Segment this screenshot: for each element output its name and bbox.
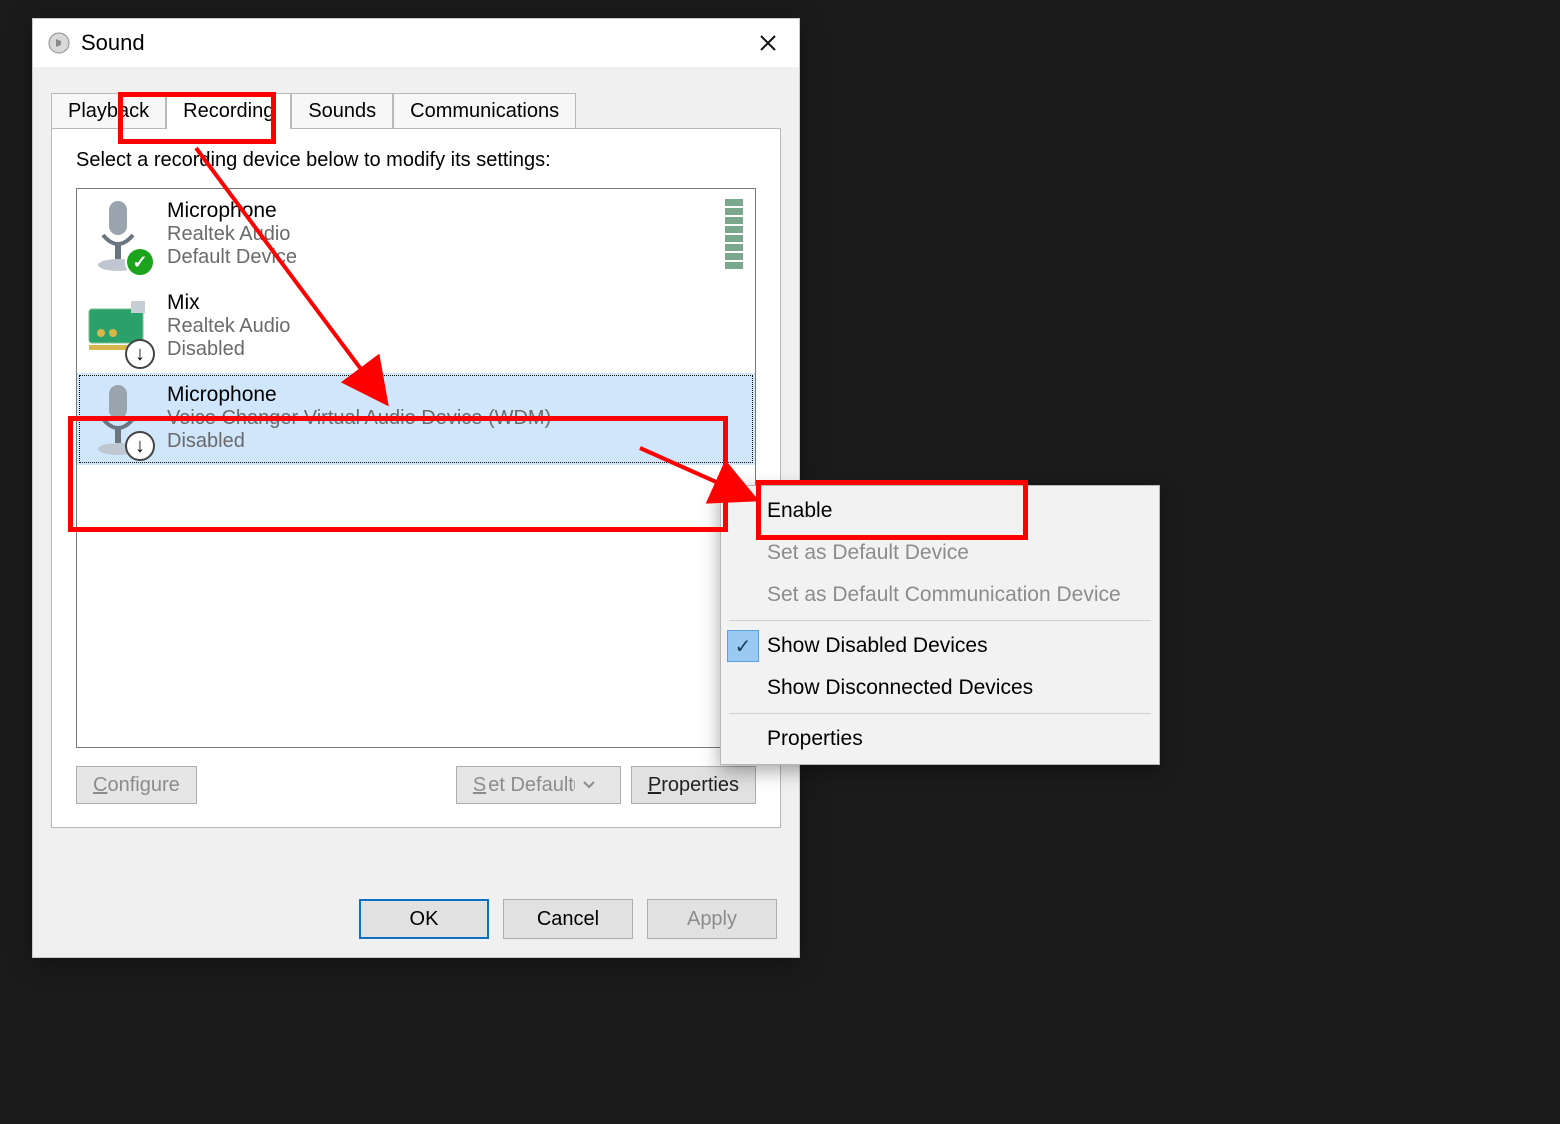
microphone-icon: ✓ [83, 195, 153, 275]
menu-separator [729, 713, 1151, 714]
panel-prompt: Select a recording device below to modif… [76, 149, 756, 172]
menu-set-default-comm[interactable]: Set as Default Communication Device [723, 574, 1157, 616]
context-menu: Enable Set as Default Device Set as Defa… [720, 485, 1160, 765]
dialog-buttons: OK Cancel Apply [33, 899, 799, 939]
device-status: Disabled [167, 430, 551, 453]
device-item[interactable]: ↓ Microphone Voice Changer Virtual Audio… [77, 373, 755, 465]
device-item[interactable]: ✓ Microphone Realtek Audio Default Devic… [77, 189, 755, 281]
menu-show-disabled[interactable]: ✓ Show Disabled Devices [723, 625, 1157, 667]
level-meter [725, 199, 743, 269]
menu-properties[interactable]: Properties [723, 718, 1157, 760]
set-default-button[interactable]: Set Default [456, 766, 621, 804]
checkmark-icon: ✓ [727, 630, 759, 662]
close-button[interactable] [743, 23, 793, 63]
device-driver: Voice Changer Virtual Audio Device (WDM) [167, 407, 551, 430]
device-texts: Microphone Voice Changer Virtual Audio D… [167, 379, 551, 453]
ok-button[interactable]: OK [359, 899, 489, 939]
menu-set-default[interactable]: Set as Default Device [723, 532, 1157, 574]
menu-separator [729, 620, 1151, 621]
device-name: Microphone [167, 199, 297, 223]
menu-enable[interactable]: Enable [723, 490, 1157, 532]
device-driver: Realtek Audio [167, 315, 290, 338]
dialog-body: Playback Recording Sounds Communications… [33, 67, 799, 957]
device-status: Default Device [167, 246, 297, 269]
tabs: Playback Recording Sounds Communications [51, 93, 781, 129]
sound-dialog: Sound Playback Recording Sounds Communic… [32, 18, 800, 958]
tab-communications[interactable]: Communications [393, 93, 576, 129]
device-list: ✓ Microphone Realtek Audio Default Devic… [76, 188, 756, 748]
microphone-icon: ↓ [83, 379, 153, 459]
default-badge-icon: ✓ [125, 247, 155, 277]
apply-button[interactable]: Apply [647, 899, 777, 939]
sound-icon [47, 31, 71, 55]
window-title: Sound [81, 30, 743, 56]
configure-button[interactable]: Configure [76, 766, 197, 804]
tab-recording[interactable]: Recording [166, 93, 291, 129]
menu-show-disconnected[interactable]: Show Disconnected Devices [723, 667, 1157, 709]
tab-playback[interactable]: Playback [51, 93, 166, 129]
disabled-badge-icon: ↓ [125, 339, 155, 369]
disabled-badge-icon: ↓ [125, 431, 155, 461]
cancel-button[interactable]: Cancel [503, 899, 633, 939]
tab-panel-recording: Select a recording device below to modif… [51, 128, 781, 828]
close-icon [759, 34, 777, 52]
device-item[interactable]: ↓ Mix Realtek Audio Disabled [77, 281, 755, 373]
audio-card-icon: ↓ [83, 287, 153, 367]
menu-label: Show Disabled Devices [767, 634, 988, 658]
device-status: Disabled [167, 338, 290, 361]
titlebar: Sound [33, 19, 799, 67]
chevron-down-icon[interactable] [574, 781, 604, 789]
device-texts: Mix Realtek Audio Disabled [167, 287, 290, 361]
panel-buttons: Configure Set Default Properties [76, 766, 756, 804]
device-driver: Realtek Audio [167, 223, 297, 246]
tab-sounds[interactable]: Sounds [291, 93, 393, 129]
device-texts: Microphone Realtek Audio Default Device [167, 195, 297, 269]
device-name: Microphone [167, 383, 551, 407]
device-name: Mix [167, 291, 290, 315]
properties-button[interactable]: Properties [631, 766, 756, 804]
